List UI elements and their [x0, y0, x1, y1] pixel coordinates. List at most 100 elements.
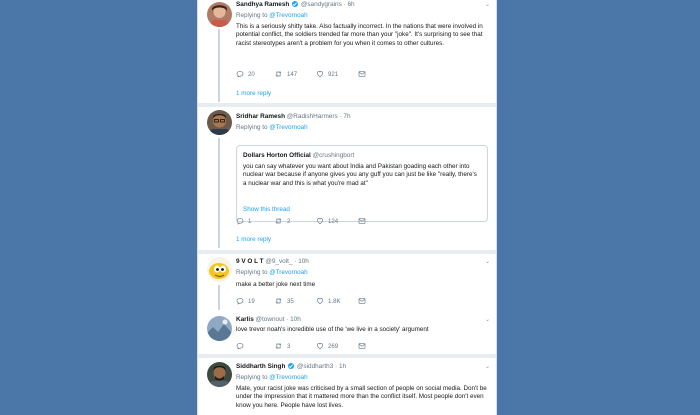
tweet-header: Sandhya Ramesh @sandygrains · 6h [236, 1, 355, 9]
like-count: 269 [328, 342, 339, 350]
retweet-count: 3 [287, 342, 291, 350]
author-handle[interactable]: @townout [256, 316, 285, 323]
retweet-count: 147 [287, 70, 298, 78]
retweet-count: 2 [287, 217, 291, 225]
avatar-sandhya[interactable] [207, 2, 232, 27]
retweet-icon [274, 70, 283, 78]
mention-link[interactable]: @Trevornoah [269, 269, 307, 276]
tweet-text: make a better joke next time [236, 281, 316, 288]
quoted-tweet[interactable]: Dollars Horton Official @crushingbort yo… [236, 145, 488, 222]
like-button[interactable]: 1.8K [316, 297, 341, 305]
quoted-tweet-header: Dollars Horton Official @crushingbort [243, 152, 354, 159]
author-name[interactable]: Karlis [236, 316, 254, 323]
quoted-author-handle: @crushingbort [312, 152, 355, 159]
mention-link[interactable]: @Trevornoah [269, 12, 307, 19]
separator: · [294, 258, 297, 265]
dm-button[interactable] [358, 217, 366, 225]
thread-line [218, 285, 220, 310]
tweet-sandhya[interactable]: Sandhya Ramesh @sandygrains · 6h ⌄ Reply… [198, 0, 496, 104]
like-button[interactable]: 124 [316, 217, 338, 225]
avatar-siddharth[interactable] [207, 362, 232, 387]
tweet-text: love trevor noah's incredible use of the… [236, 326, 429, 333]
retweet-button[interactable]: 147 [274, 70, 297, 78]
reply-button[interactable]: 1 [236, 217, 251, 225]
conversation-panel: Sandhya Ramesh @sandygrains · 6h ⌄ Reply… [197, 0, 497, 415]
tweet-time[interactable]: 10h [290, 316, 301, 323]
more-replies-link[interactable]: 1 more reply [236, 90, 271, 97]
replying-to: Replying to @Trevornoah [236, 124, 308, 131]
retweet-count: 35 [287, 297, 294, 305]
author-name[interactable]: Sandhya Ramesh [236, 1, 289, 8]
retweet-icon [274, 217, 283, 225]
like-button[interactable]: 269 [316, 342, 338, 350]
mention-link[interactable]: @Trevornoah [269, 374, 307, 381]
retweet-button[interactable]: 3 [274, 342, 290, 350]
tweet-time[interactable]: 1h [339, 363, 346, 370]
replying-to-label: Replying to [236, 374, 268, 381]
heart-icon [316, 297, 324, 305]
reply-count: 1 [248, 217, 252, 225]
separator: · [343, 1, 346, 8]
tweet-sridhar[interactable]: Sridhar Ramesh @RadishHarmers · 7h Reply… [198, 107, 496, 250]
like-button[interactable]: 921 [316, 70, 338, 78]
heart-icon [316, 70, 324, 78]
tweet-header: Sridhar Ramesh @RadishHarmers · 7h [236, 113, 351, 121]
reply-count: 20 [248, 70, 255, 78]
tweet-time[interactable]: 7h [343, 113, 350, 120]
dm-button[interactable] [358, 297, 366, 305]
author-handle[interactable]: @sandygrains [301, 1, 342, 8]
tweet-actions: 3 269 [236, 342, 436, 351]
mention-link[interactable]: @Trevornoah [269, 124, 307, 131]
reply-icon [236, 297, 244, 305]
dm-button[interactable] [358, 342, 366, 350]
tweet-actions: 20 147 921 [236, 70, 436, 79]
author-name[interactable]: Sridhar Ramesh [236, 113, 285, 120]
chevron-down-icon[interactable]: ⌄ [485, 1, 490, 8]
show-thread-link[interactable]: Show this thread [243, 206, 290, 213]
verified-badge-icon [288, 363, 295, 369]
tweet-actions: 1 2 124 [236, 217, 436, 226]
retweet-button[interactable]: 2 [274, 217, 290, 225]
reply-button[interactable]: 19 [236, 297, 255, 305]
dm-button[interactable] [358, 70, 366, 78]
avatar-sridhar[interactable] [207, 110, 232, 135]
chevron-down-icon[interactable]: ⌄ [485, 363, 490, 370]
heart-icon [316, 342, 324, 350]
author-handle[interactable]: @siddharth3 [297, 363, 333, 370]
author-handle[interactable]: @9_volt_ [265, 258, 292, 265]
replying-to: Replying to @Trevornoah [236, 269, 308, 276]
tweet-text: Mate, your racist joke was criticised by… [236, 385, 487, 409]
separator: · [335, 363, 338, 370]
reply-count: 19 [248, 297, 255, 305]
envelope-icon [358, 70, 366, 78]
replying-to-label: Replying to [236, 12, 268, 19]
tweet-header: Siddharth Singh @siddharth3 · 1h [236, 363, 346, 371]
retweet-icon [274, 297, 283, 305]
tweet-header: Karlis @townout · 10h [236, 316, 301, 324]
quoted-tweet-text: you can say whatever you want about Indi… [243, 163, 477, 187]
avatar-9volt[interactable] [207, 257, 232, 282]
author-name[interactable]: Siddharth Singh [236, 363, 285, 370]
reply-button[interactable] [236, 342, 248, 350]
tweet-time[interactable]: 10h [298, 258, 309, 265]
tweet-time[interactable]: 6h [348, 1, 355, 8]
tweet-9volt[interactable]: 9 V O L T @9_volt_ · 10h ⌄ Replying to @… [198, 254, 496, 310]
chevron-down-icon[interactable]: ⌄ [485, 258, 490, 265]
like-count: 124 [328, 217, 339, 225]
thread-line [218, 29, 220, 102]
author-name[interactable]: 9 V O L T [236, 258, 264, 265]
chevron-down-icon[interactable]: ⌄ [485, 316, 490, 323]
author-handle[interactable]: @RadishHarmers [287, 113, 338, 120]
tweet-text: This is a seriously shitty take. Also fa… [236, 23, 483, 47]
retweet-icon [274, 342, 283, 350]
tweet-karlis[interactable]: Karlis @townout · 10h ⌄ love trevor noah… [198, 310, 496, 355]
avatar-karlis[interactable] [207, 316, 232, 341]
envelope-icon [358, 342, 366, 350]
more-replies-link[interactable]: 1 more reply [236, 236, 271, 243]
retweet-button[interactable]: 35 [274, 297, 294, 305]
tweet-siddharth[interactable]: Siddharth Singh @siddharth3 · 1h ⌄ Reply… [198, 358, 496, 415]
reply-button[interactable]: 20 [236, 70, 255, 78]
tweet-header: 9 V O L T @9_volt_ · 10h [236, 258, 309, 266]
replying-to-label: Replying to [236, 124, 268, 131]
replying-to: Replying to @Trevornoah [236, 374, 308, 381]
